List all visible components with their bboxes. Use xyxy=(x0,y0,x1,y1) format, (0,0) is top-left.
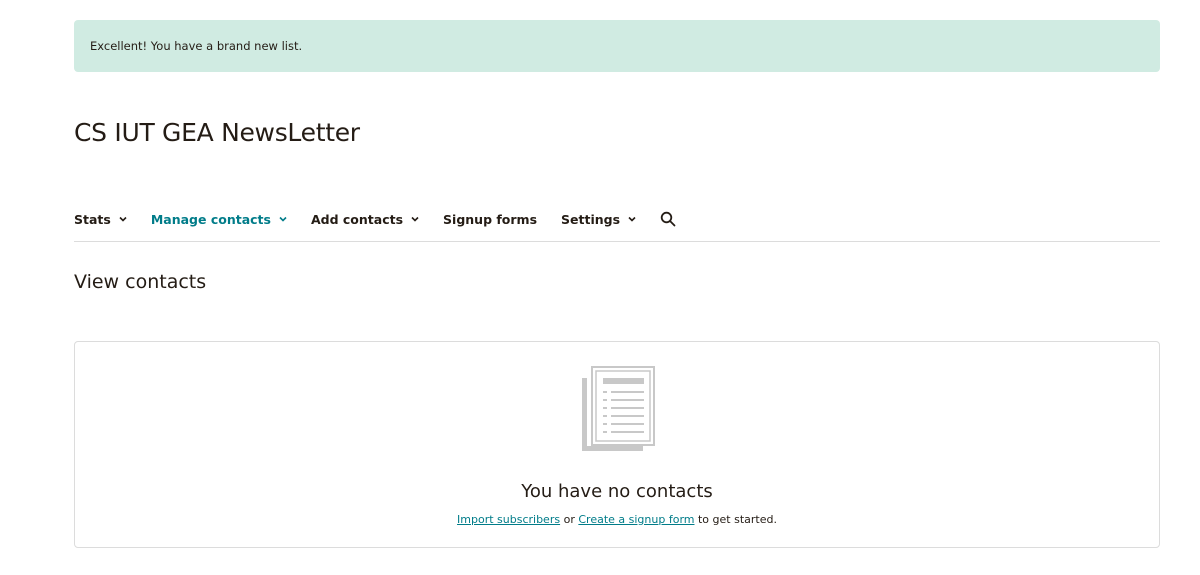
chevron-down-icon xyxy=(628,216,636,222)
list-nav: Stats Manage contacts Add contacts Signu… xyxy=(74,205,1160,242)
nav-item-manage-contacts[interactable]: Manage contacts xyxy=(151,205,287,233)
alert-message: Excellent! You have a brand new list. xyxy=(90,39,303,53)
document-list-icon xyxy=(582,366,655,451)
empty-state-subtitle: Import subscribers or Create a signup fo… xyxy=(75,513,1159,526)
or-text: or xyxy=(563,513,575,526)
nav-item-settings[interactable]: Settings xyxy=(561,205,636,233)
page: Excellent! You have a brand new list. CS… xyxy=(0,0,1200,575)
nav-item-stats[interactable]: Stats xyxy=(74,205,127,233)
search-button[interactable] xyxy=(660,205,676,233)
section-title: View contacts xyxy=(74,271,207,293)
nav-item-label: Add contacts xyxy=(310,211,404,227)
nav-item-signup-forms[interactable]: Signup forms xyxy=(443,205,537,233)
list-title: CS IUT GEA NewsLetter xyxy=(74,118,360,147)
success-alert: Excellent! You have a brand new list. xyxy=(74,20,1160,72)
import-subscribers-link[interactable]: Import subscribers xyxy=(457,513,560,526)
nav-item-label: Stats xyxy=(74,211,111,227)
chevron-down-icon xyxy=(119,216,127,222)
search-icon xyxy=(660,211,676,227)
nav-item-label: Manage contacts xyxy=(150,211,271,227)
get-started-text: to get started. xyxy=(697,513,777,526)
create-signup-form-link[interactable]: Create a signup form xyxy=(578,513,694,526)
chevron-down-icon xyxy=(411,216,419,222)
empty-state-card: You have no contacts Import subscribers … xyxy=(74,341,1160,548)
empty-state-title: You have no contacts xyxy=(521,481,713,502)
nav-item-label: Signup forms xyxy=(443,211,538,227)
nav-item-label: Settings xyxy=(561,211,621,227)
chevron-down-icon xyxy=(279,216,287,222)
nav-item-add-contacts[interactable]: Add contacts xyxy=(311,205,419,233)
